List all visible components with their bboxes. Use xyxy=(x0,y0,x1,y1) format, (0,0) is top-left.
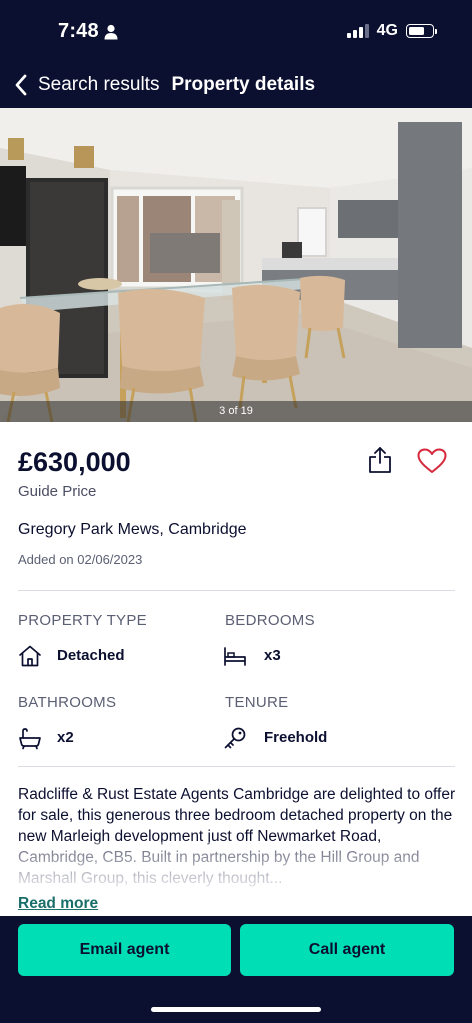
divider xyxy=(18,590,455,591)
nav-bar: Search results Property details xyxy=(0,62,472,108)
back-label: Search results xyxy=(38,74,160,95)
bed-icon xyxy=(224,647,246,666)
action-bar: Email agent Call agent xyxy=(0,916,472,1023)
network-type: 4G xyxy=(376,22,398,39)
photo-gallery[interactable]: 3 of 19 xyxy=(0,108,472,422)
description-fade xyxy=(0,842,472,894)
address: Gregory Park Mews, Cambridge xyxy=(18,521,247,538)
back-button[interactable]: Search results xyxy=(14,74,159,96)
added-date: Added on 02/06/2023 xyxy=(18,552,143,567)
call-agent-button[interactable]: Call agent xyxy=(240,924,454,976)
heart-icon[interactable] xyxy=(417,448,447,474)
signal-icon xyxy=(346,24,369,38)
battery-icon xyxy=(406,24,437,38)
bedrooms-label: BEDROOMS xyxy=(225,612,315,629)
divider xyxy=(18,766,455,767)
property-photo xyxy=(0,108,472,422)
bathrooms-label: BATHROOMS xyxy=(18,694,117,711)
bathrooms-value: x2 xyxy=(57,729,74,746)
home-indicator[interactable] xyxy=(151,1007,321,1012)
property-type-label: PROPERTY TYPE xyxy=(18,612,147,629)
bedrooms-value: x3 xyxy=(264,647,281,664)
page-title: Property details xyxy=(171,74,316,95)
share-icon[interactable] xyxy=(368,446,392,474)
read-more-link[interactable]: Read more xyxy=(18,895,98,913)
price-qualifier: Guide Price xyxy=(18,483,97,500)
price: £630,000 xyxy=(18,447,131,477)
key-icon xyxy=(224,727,246,749)
tenure-label: TENURE xyxy=(225,694,289,711)
photo-counter: 3 of 19 xyxy=(0,401,472,422)
property-details: £630,000 Guide Price Gregory Park Mews, … xyxy=(0,422,472,916)
chevron-left-icon xyxy=(15,74,27,96)
status-bar: 7:48 4G xyxy=(0,0,472,62)
status-time: 7:48 xyxy=(58,20,99,42)
person-icon xyxy=(104,24,118,40)
bath-icon xyxy=(19,728,41,750)
property-type-value: Detached xyxy=(57,647,125,664)
status-indicators: 4G xyxy=(346,22,437,40)
house-icon xyxy=(19,645,41,667)
email-agent-button[interactable]: Email agent xyxy=(18,924,231,976)
tenure-value: Freehold xyxy=(264,729,328,746)
